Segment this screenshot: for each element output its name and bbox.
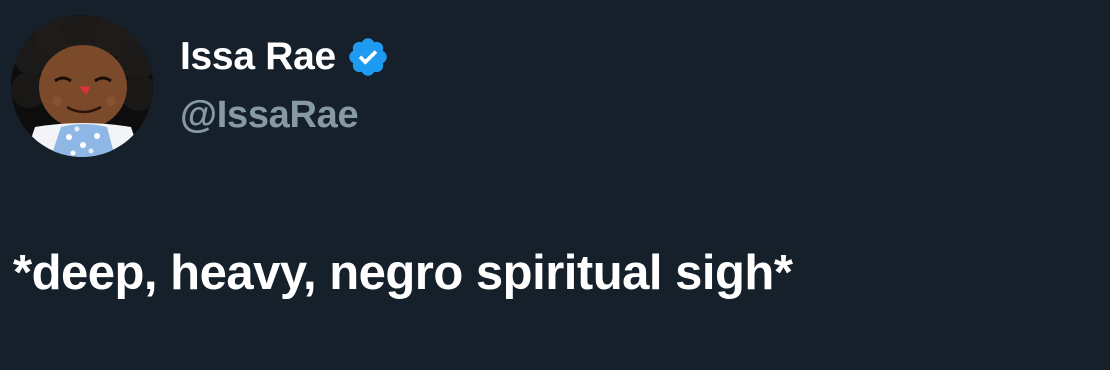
avatar[interactable] <box>11 15 153 157</box>
author-handle[interactable]: @IssaRae <box>180 90 359 140</box>
rag-doll-avatar <box>11 15 153 157</box>
author-name-row: Issa Rae <box>180 32 390 82</box>
verified-badge-icon <box>349 38 387 76</box>
display-name[interactable]: Issa Rae <box>180 32 336 82</box>
tweet-card: Issa Rae @IssaRae *deep, heavy, negro sp… <box>0 0 1110 370</box>
tweet-text: *deep, heavy, negro spiritual sigh* <box>13 246 793 300</box>
